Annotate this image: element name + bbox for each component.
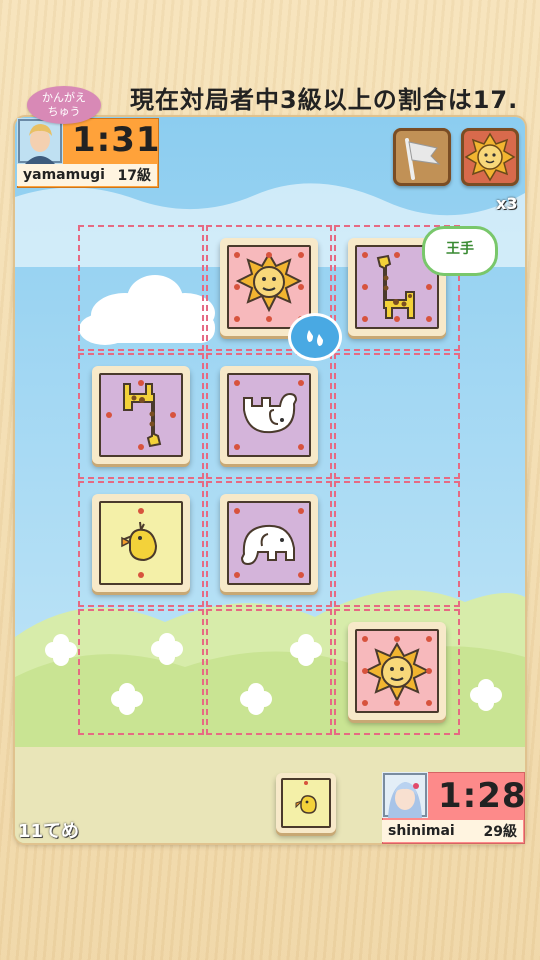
player-name: shinimai: [388, 823, 455, 839]
opponent-reaction-bubble: [288, 313, 342, 361]
check-speech-bubble: 王手: [422, 226, 498, 276]
ticker-banner: 現在対局者中3級以上の割合は17.: [130, 86, 519, 112]
opponent-time: 1:31: [72, 120, 161, 160]
chick-icon: [121, 508, 158, 578]
chick-icon: [295, 781, 317, 814]
thinking-badge: かんがえ ちゅう: [27, 86, 101, 124]
opponent-name-strip: yamamugi 17級: [17, 164, 157, 186]
check-text: 王手: [446, 241, 474, 257]
piece-chick-player[interactable]: [92, 494, 190, 592]
flag-icon: [405, 138, 441, 180]
piece-elephant-opponent[interactable]: [220, 366, 318, 464]
move-counter: 11てめ: [18, 821, 80, 842]
giraffe-icon: [106, 380, 176, 450]
board-cell[interactable]: [334, 353, 460, 479]
thinking-line-2: ちゅう: [47, 105, 81, 118]
opponent-name: yamamugi: [23, 167, 105, 183]
player-avatar[interactable]: [382, 772, 428, 818]
opponent-rank: 17級: [117, 168, 151, 184]
board-cell[interactable]: [78, 225, 204, 351]
player-name-strip: shinimai 29級: [382, 820, 523, 842]
elephant-icon: [234, 380, 304, 450]
thinking-line-1: かんがえ: [42, 91, 86, 104]
sweat-drop-icon: [307, 330, 323, 346]
board-cell[interactable]: [206, 609, 332, 735]
hand-piece-chick[interactable]: [276, 773, 336, 833]
piece-elephant-player[interactable]: [220, 494, 318, 592]
piece-lion-player[interactable]: [348, 622, 446, 720]
lion-icon: [362, 636, 432, 706]
captured-count: x3: [496, 194, 518, 213]
player-time: 1:28: [438, 776, 527, 816]
board-cell[interactable]: [334, 481, 460, 607]
elephant-icon: [234, 508, 304, 578]
captured-lion-button[interactable]: [461, 128, 519, 186]
opponent-avatar[interactable]: [17, 118, 63, 164]
piece-giraffe-opponent[interactable]: [92, 366, 190, 464]
player-rank: 29級: [483, 824, 517, 840]
board-cell[interactable]: [78, 609, 204, 735]
lion-icon: [464, 132, 516, 182]
resign-flag-button[interactable]: [393, 128, 451, 186]
